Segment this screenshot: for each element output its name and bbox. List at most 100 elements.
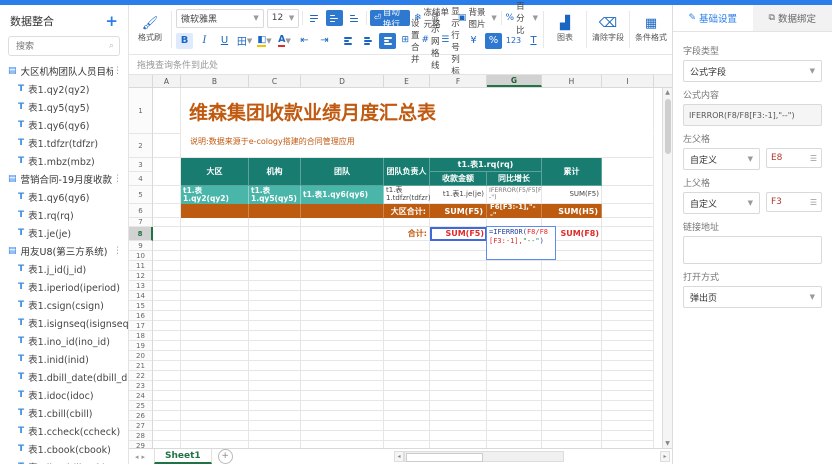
cell-D10[interactable] [301,251,384,261]
dataset-field-item[interactable]: T 表1.tdfzr(tdfzr) [0,134,128,152]
header-rq-group[interactable]: t1.表1.rq(rq) [430,158,542,172]
cell-F22[interactable] [430,371,487,381]
cell-E23[interactable] [384,381,430,391]
cell-E26[interactable] [384,411,430,421]
row-header-28[interactable]: 28 [129,431,152,441]
cell-E10[interactable] [384,251,430,261]
cell-D19[interactable] [301,341,384,351]
horizontal-scrollbar[interactable]: ◂ [394,451,564,462]
cell-G25[interactable] [487,401,542,411]
dataset-field-item[interactable]: T 表1.inid(inid) [0,350,128,368]
row-header-23[interactable]: 23 [129,381,152,391]
cell-D8[interactable] [301,227,384,241]
cell-picker-icon[interactable]: ☰ [810,198,817,207]
row-header-27[interactable]: 27 [129,421,152,431]
cell-E12[interactable] [384,271,430,281]
cell-A24[interactable] [153,391,181,401]
fill-color-button[interactable]: ◧▼ [256,33,273,49]
cell-D12[interactable] [301,271,384,281]
column-header-I[interactable]: I [602,75,654,87]
cell-G29[interactable] [487,441,542,448]
cell-I15[interactable] [602,301,654,311]
dataset-group[interactable]: ▤ 用友U8(第三方系统) ⋮ [0,242,128,260]
row-header-15[interactable]: 15 [129,301,152,311]
cell-B16[interactable] [181,311,249,321]
cell-B15[interactable] [181,301,249,311]
row-header-10[interactable]: 10 [129,251,152,261]
header-team[interactable]: 团队 [301,158,384,186]
cell-B11[interactable] [181,261,249,271]
cell-B20[interactable] [181,351,249,361]
dataset-field-item[interactable]: T 表1.isignseq(isignseq) [0,314,128,332]
cell-G26[interactable] [487,411,542,421]
cell-G14[interactable] [487,291,542,301]
cell-F8-selected[interactable]: SUM(F5) [430,227,487,241]
cell-I25[interactable] [602,401,654,411]
cell-G23[interactable] [487,381,542,391]
cell-C17[interactable] [249,321,301,331]
cell-A6[interactable] [153,204,181,218]
dataset-field-item[interactable]: T 表1.qy5(qy5) [0,98,128,116]
cell-G8-editing[interactable]: =IFERROR(F8/F8[F3:-1],"--") [487,227,542,241]
scroll-left-icon[interactable]: ◂ [394,451,404,462]
cell-C13[interactable] [249,281,301,291]
cell-G17[interactable] [487,321,542,331]
cell-C16[interactable] [249,311,301,321]
cell-D20[interactable] [301,351,384,361]
cell-I3[interactable] [602,158,654,186]
align-top-button[interactable] [306,10,323,26]
percent-format-button[interactable]: % [485,33,502,49]
clear-field-button[interactable]: ⌫ 清除字段 [591,7,625,52]
font-family-select[interactable]: 微软雅黑▼ [176,9,264,28]
cell-C7[interactable] [249,218,301,227]
cell-B7[interactable] [181,218,249,227]
decrease-indent-button[interactable]: ⇤ [296,33,313,49]
cell-H25[interactable] [542,401,602,411]
cell-A29[interactable] [153,441,181,448]
cell-I27[interactable] [602,421,654,431]
cell-D25[interactable] [301,401,384,411]
row-header-7[interactable]: 7 [129,218,152,227]
row-header-2[interactable]: 2 [129,134,152,158]
dataset-field-item[interactable]: T 表1.qy2(qy2) [0,80,128,98]
formula-edit-popup[interactable]: =IFERROR(F8/F8[F3:-1],"--") [486,226,556,260]
cell-F25[interactable] [430,401,487,411]
dataset-group[interactable]: ▤ 营销合同-19月度收款 ⋮ [0,170,128,188]
cell-E11[interactable] [384,261,430,271]
cell-F7[interactable] [430,218,487,227]
cell-I5[interactable] [602,186,654,204]
dataset-field-item[interactable]: T 表1.ino_id(ino_id) [0,332,128,350]
conditional-format-button[interactable]: ▦ 条件格式 [634,7,668,52]
vertical-scroll-thumb[interactable] [665,99,671,154]
cell-C29[interactable] [249,441,301,448]
row-header-19[interactable]: 19 [129,341,152,351]
cell-E7[interactable] [384,218,430,227]
cell-A26[interactable] [153,411,181,421]
column-header-B[interactable]: B [181,75,249,87]
cell-D23[interactable] [301,381,384,391]
bold-button[interactable]: B [176,33,193,49]
cell-F28[interactable] [430,431,487,441]
cell-A8[interactable] [153,227,181,241]
cell-A27[interactable] [153,421,181,431]
cell-C6[interactable] [249,204,301,218]
group-menu-icon[interactable]: ⋮ [113,174,122,184]
cell-A20[interactable] [153,351,181,361]
vertical-scrollbar[interactable]: ▲ ▼ [662,88,672,448]
cell-D14[interactable] [301,291,384,301]
cell-B6[interactable] [181,204,249,218]
cell-F15[interactable] [430,301,487,311]
row-header-11[interactable]: 11 [129,261,152,271]
field-type-select[interactable]: 公式字段▼ [683,60,822,82]
cell-B12[interactable] [181,271,249,281]
merge-cells-button[interactable]: ⊞设置合并 [402,33,419,49]
cell-H6[interactable]: SUM(H5) [542,204,602,218]
cell-D5[interactable]: t1.表1.qy6(qy6) [301,186,384,204]
row-header-22[interactable]: 22 [129,371,152,381]
row-header-21[interactable]: 21 [129,361,152,371]
formula-content-input[interactable]: IFERROR(F8/F8[F3:-1],"--") [683,104,822,126]
cell-F17[interactable] [430,321,487,331]
cell-B17[interactable] [181,321,249,331]
cell-G27[interactable] [487,421,542,431]
cell-E29[interactable] [384,441,430,448]
